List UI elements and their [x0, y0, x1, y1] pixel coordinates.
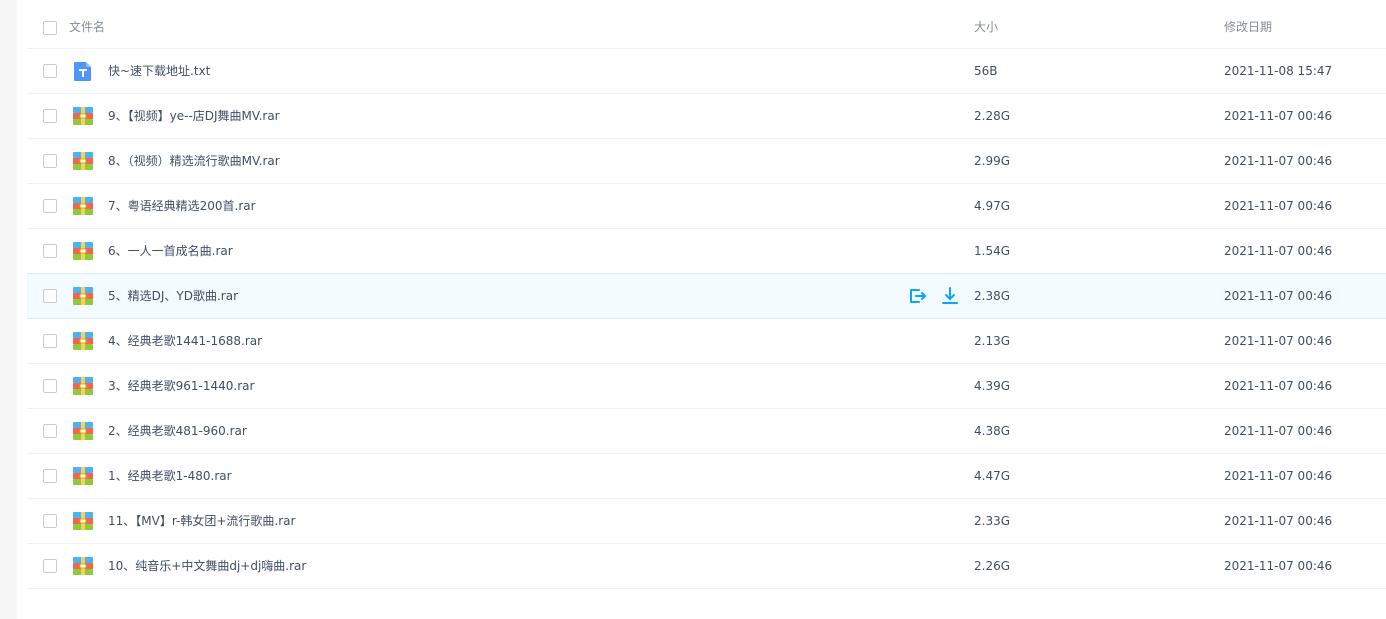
- file-name[interactable]: 6、一人一首成名曲.rar: [108, 229, 233, 273]
- file-list-panel: 文件名 大小 修改日期 快~速下载地址.txt 56B 2021-11-08 1…: [17, 0, 1386, 619]
- file-list: 文件名 大小 修改日期 快~速下载地址.txt 56B 2021-11-08 1…: [27, 7, 1386, 589]
- rar-archive-icon: [72, 510, 94, 532]
- file-size: 2.33G: [974, 514, 1011, 528]
- file-row-5[interactable]: 6、一人一首成名曲.rar 1.54G 2021-11-07 00:46: [27, 229, 1386, 274]
- file-row-12[interactable]: 10、纯音乐+中文舞曲dj+dj嗨曲.rar 2.26G 2021-11-07 …: [27, 544, 1386, 589]
- column-header-date[interactable]: 修改日期: [1224, 7, 1272, 48]
- column-header-size[interactable]: 大小: [974, 7, 998, 48]
- row-checkbox[interactable]: [43, 424, 57, 438]
- file-row-10[interactable]: 1、经典老歌1-480.rar 4.47G 2021-11-07 00:46: [27, 454, 1386, 499]
- row-checkbox[interactable]: [43, 514, 57, 528]
- select-all-checkbox[interactable]: [43, 20, 57, 35]
- file-date: 2021-11-07 00:46: [1224, 199, 1333, 213]
- row-checkbox[interactable]: [43, 379, 57, 393]
- file-row-4[interactable]: 7、粤语经典精选200首.rar 4.97G 2021-11-07 00:46: [27, 184, 1386, 229]
- row-checkbox[interactable]: [43, 154, 57, 168]
- file-date: 2021-11-07 00:46: [1224, 559, 1333, 573]
- file-date: 2021-11-07 00:46: [1224, 154, 1333, 168]
- file-name[interactable]: 快~速下载地址.txt: [108, 49, 210, 93]
- file-name[interactable]: 5、精选DJ、YD歌曲.rar: [108, 274, 238, 318]
- file-size: 2.28G: [974, 109, 1011, 123]
- file-date: 2021-11-07 00:46: [1224, 334, 1333, 348]
- rar-archive-icon: [72, 555, 94, 577]
- file-row-1[interactable]: 快~速下载地址.txt 56B 2021-11-08 15:47: [27, 49, 1386, 94]
- file-size: 2.99G: [974, 154, 1011, 168]
- rar-archive-icon: [72, 465, 94, 487]
- txt-file-icon: [72, 60, 94, 82]
- file-date: 2021-11-07 00:46: [1224, 469, 1333, 483]
- rar-archive-icon: [72, 285, 94, 307]
- file-row-3[interactable]: 8、（视频）精选流行歌曲MV.rar 2.99G 2021-11-07 00:4…: [27, 139, 1386, 184]
- file-name[interactable]: 10、纯音乐+中文舞曲dj+dj嗨曲.rar: [108, 544, 306, 588]
- file-date: 2021-11-07 00:46: [1224, 244, 1333, 258]
- file-name[interactable]: 9、【视频】ye--店DJ舞曲MV.rar: [108, 94, 280, 138]
- file-date: 2021-11-07 00:46: [1224, 379, 1333, 393]
- file-row-9[interactable]: 2、经典老歌481-960.rar 4.38G 2021-11-07 00:46: [27, 409, 1386, 454]
- file-date: 2021-11-08 15:47: [1224, 64, 1333, 78]
- file-rows: 快~速下载地址.txt 56B 2021-11-08 15:47 9、【视频】y…: [27, 49, 1386, 589]
- file-row-11[interactable]: 11、【MV】r-韩女团+流行歌曲.rar 2.33G 2021-11-07 0…: [27, 499, 1386, 544]
- file-name[interactable]: 4、经典老歌1441-1688.rar: [108, 319, 262, 363]
- file-size: 2.26G: [974, 559, 1011, 573]
- download-icon[interactable]: [940, 286, 960, 306]
- file-row-8[interactable]: 3、经典老歌961-1440.rar 4.39G 2021-11-07 00:4…: [27, 364, 1386, 409]
- row-checkbox[interactable]: [43, 199, 57, 213]
- file-date: 2021-11-07 00:46: [1224, 514, 1333, 528]
- file-date: 2021-11-07 00:46: [1224, 424, 1333, 438]
- file-size: 4.39G: [974, 379, 1011, 393]
- rar-archive-icon: [72, 150, 94, 172]
- rar-archive-icon: [72, 420, 94, 442]
- file-size: 1.54G: [974, 244, 1011, 258]
- row-checkbox[interactable]: [43, 334, 57, 348]
- file-size: 2.13G: [974, 334, 1011, 348]
- file-size: 56B: [974, 64, 998, 78]
- file-date: 2021-11-07 00:46: [1224, 109, 1333, 123]
- file-name[interactable]: 8、（视频）精选流行歌曲MV.rar: [108, 139, 280, 183]
- rar-archive-icon: [72, 330, 94, 352]
- file-size: 4.97G: [974, 199, 1011, 213]
- file-name[interactable]: 11、【MV】r-韩女团+流行歌曲.rar: [108, 499, 295, 543]
- rar-archive-icon: [72, 105, 94, 127]
- share-icon[interactable]: [907, 286, 927, 306]
- rar-archive-icon: [72, 195, 94, 217]
- rar-archive-icon: [72, 240, 94, 262]
- row-checkbox[interactable]: [43, 469, 57, 483]
- row-checkbox[interactable]: [43, 559, 57, 573]
- file-name[interactable]: 3、经典老歌961-1440.rar: [108, 364, 254, 408]
- row-checkbox[interactable]: [43, 289, 57, 303]
- file-row-6[interactable]: 5、精选DJ、YD歌曲.rar 2.38G 2021-11-07 00:46: [27, 273, 1386, 319]
- row-checkbox[interactable]: [43, 244, 57, 258]
- file-row-7[interactable]: 4、经典老歌1441-1688.rar 2.13G 2021-11-07 00:…: [27, 319, 1386, 364]
- file-name[interactable]: 1、经典老歌1-480.rar: [108, 454, 232, 498]
- row-checkbox[interactable]: [43, 109, 57, 123]
- file-name[interactable]: 2、经典老歌481-960.rar: [108, 409, 247, 453]
- file-date: 2021-11-07 00:46: [1224, 289, 1333, 303]
- file-list-header: 文件名 大小 修改日期: [27, 7, 1386, 49]
- rar-archive-icon: [72, 375, 94, 397]
- file-name[interactable]: 7、粤语经典精选200首.rar: [108, 184, 256, 228]
- file-size: 4.38G: [974, 424, 1011, 438]
- file-size: 4.47G: [974, 469, 1011, 483]
- column-header-name[interactable]: 文件名: [69, 7, 105, 48]
- row-checkbox[interactable]: [43, 64, 57, 78]
- file-row-2[interactable]: 9、【视频】ye--店DJ舞曲MV.rar 2.28G 2021-11-07 0…: [27, 94, 1386, 139]
- file-size: 2.38G: [974, 289, 1011, 303]
